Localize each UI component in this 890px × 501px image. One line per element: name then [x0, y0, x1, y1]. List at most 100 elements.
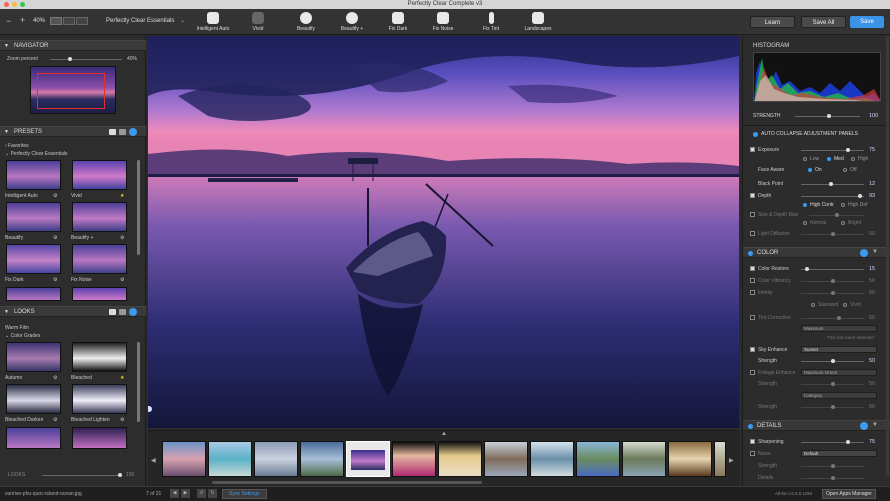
gear-icon[interactable]: ⚙ — [53, 235, 57, 241]
help-icon[interactable] — [129, 308, 137, 316]
side-by-side-icon[interactable] — [76, 17, 88, 25]
film-thumb[interactable] — [392, 441, 436, 477]
collapse-icon[interactable]: ▼ — [872, 422, 878, 428]
color-grades-group[interactable]: ⌄ Color Grades — [5, 333, 40, 339]
preset-thumb-vivid[interactable] — [72, 160, 127, 190]
star-icon[interactable]: ★ — [120, 193, 124, 199]
slider-knob[interactable] — [118, 473, 122, 477]
gear-icon[interactable]: ⚙ — [120, 277, 124, 283]
slider-knob[interactable] — [831, 291, 835, 295]
slider-knob[interactable] — [831, 405, 835, 409]
collapse-filmstrip-icon[interactable]: ▲ — [441, 431, 447, 437]
skin-normal-radio[interactable] — [803, 221, 807, 225]
depth-high-contr-radio[interactable] — [803, 203, 807, 207]
zoom-slider[interactable] — [50, 57, 122, 61]
color-restore-checkbox[interactable] — [750, 266, 755, 271]
slider-knob[interactable] — [805, 267, 809, 271]
look-thumb-bleached[interactable] — [72, 342, 127, 372]
navigator-viewport-box[interactable] — [37, 73, 105, 109]
exposure-med-radio[interactable] — [827, 157, 831, 161]
film-thumb[interactable] — [208, 441, 252, 477]
foliage-strength-slider[interactable] — [801, 382, 864, 386]
tool-intelligent-auto[interactable]: Intelligent Auto — [192, 9, 234, 35]
look-thumb-bleached-darken[interactable] — [6, 384, 61, 414]
depth-high-def-radio[interactable] — [841, 203, 845, 207]
slider-knob[interactable] — [829, 182, 833, 186]
black-point-slider[interactable] — [801, 182, 864, 186]
help-icon[interactable] — [860, 422, 868, 430]
depth-checkbox[interactable] — [750, 193, 755, 198]
slider-knob[interactable] — [846, 440, 850, 444]
tool-landscapes[interactable]: Landscapes — [516, 9, 560, 35]
light-diffusion-slider[interactable] — [801, 232, 864, 236]
look-thumb-bleached-lighten[interactable] — [72, 384, 127, 414]
preset-thumb-partial[interactable] — [6, 287, 61, 301]
preset-thumb-fix-dark[interactable] — [6, 244, 61, 274]
noise-checkbox[interactable] — [750, 451, 755, 456]
film-thumb[interactable] — [576, 441, 620, 477]
favorites-group[interactable]: › Favorites — [5, 143, 29, 149]
right-panel-scrollbar[interactable] — [886, 36, 889, 476]
color-vibrancy-slider[interactable] — [801, 279, 864, 283]
film-thumb[interactable] — [438, 441, 482, 477]
presets-header[interactable]: ▼ PRESETS — [0, 126, 146, 137]
infinity-standard-radio[interactable] — [811, 303, 815, 307]
film-thumb[interactable] — [530, 441, 574, 477]
exposure-high-radio[interactable] — [851, 157, 855, 161]
film-thumb-selected[interactable] — [346, 441, 390, 477]
film-thumb[interactable] — [714, 441, 726, 477]
folder-icon[interactable] — [109, 309, 116, 315]
rotate-left-icon[interactable]: ↺ — [197, 489, 206, 498]
foliage-strength2-slider[interactable] — [801, 405, 864, 409]
film-thumb[interactable] — [300, 441, 344, 477]
tool-fix-noise[interactable]: Fix Noise — [423, 9, 463, 35]
infinity-slider[interactable] — [801, 291, 864, 295]
strength-slider[interactable] — [795, 114, 860, 118]
minimize-window-icon[interactable] — [12, 2, 17, 7]
preset-thumb-partial[interactable] — [72, 287, 127, 301]
rotate-right-icon[interactable]: ↻ — [208, 489, 217, 498]
exposure-checkbox[interactable] — [750, 147, 755, 152]
presets-scrollbar[interactable] — [137, 160, 140, 255]
sky-strength-slider[interactable] — [801, 359, 864, 363]
split-view-icon[interactable] — [63, 17, 75, 25]
film-thumb[interactable] — [622, 441, 666, 477]
slider-knob[interactable] — [831, 476, 835, 480]
details-details-slider[interactable] — [801, 476, 864, 480]
sky-enhance-checkbox[interactable] — [750, 347, 755, 352]
film-thumb[interactable] — [484, 441, 528, 477]
tint-correction-checkbox[interactable] — [750, 315, 755, 320]
looks-strength-slider[interactable] — [42, 473, 122, 477]
exposure-low-radio[interactable] — [803, 157, 807, 161]
next-image-icon[interactable]: ▶ — [181, 489, 190, 498]
gear-icon[interactable]: ⚙ — [120, 417, 124, 423]
help-icon[interactable] — [860, 249, 868, 257]
face-aware-off-radio[interactable] — [843, 168, 847, 172]
filmstrip-next-icon[interactable]: ▶ — [729, 457, 734, 464]
list-view-icon[interactable] — [119, 309, 126, 315]
tool-beautify-plus[interactable]: Beautify + — [331, 9, 373, 35]
gear-icon[interactable]: ⚙ — [53, 193, 57, 199]
sharpening-slider[interactable] — [801, 440, 864, 444]
warm-film-group[interactable]: Warm Film — [5, 325, 29, 331]
filmstrip-scrollbar[interactable] — [212, 481, 482, 484]
preset-selector[interactable]: Perfectly Clear Essentials — [106, 18, 174, 24]
gear-icon[interactable]: ⚙ — [53, 375, 57, 381]
color-restore-slider[interactable] — [801, 267, 864, 271]
auto-collapse-toggle[interactable] — [753, 132, 758, 137]
help-icon[interactable] — [129, 128, 137, 136]
tool-fix-tint[interactable]: Fix Tint — [471, 9, 511, 35]
skin-depth-slider[interactable] — [809, 213, 864, 217]
slider-knob[interactable] — [827, 114, 831, 118]
save-all-button[interactable]: Save All — [801, 16, 846, 28]
details-header[interactable]: DETAILS ▼ — [743, 420, 890, 431]
slider-knob[interactable] — [858, 194, 862, 198]
noise-dropdown[interactable]: Default — [801, 450, 877, 457]
tool-fix-dark[interactable]: Fix Dark — [378, 9, 418, 35]
slider-knob[interactable] — [831, 279, 835, 283]
zoom-slider-knob[interactable] — [68, 57, 72, 61]
look-thumb-autumn[interactable] — [6, 342, 61, 372]
slider-knob[interactable] — [831, 359, 835, 363]
single-view-icon[interactable] — [50, 17, 62, 25]
color-section-toggle[interactable] — [748, 251, 753, 256]
